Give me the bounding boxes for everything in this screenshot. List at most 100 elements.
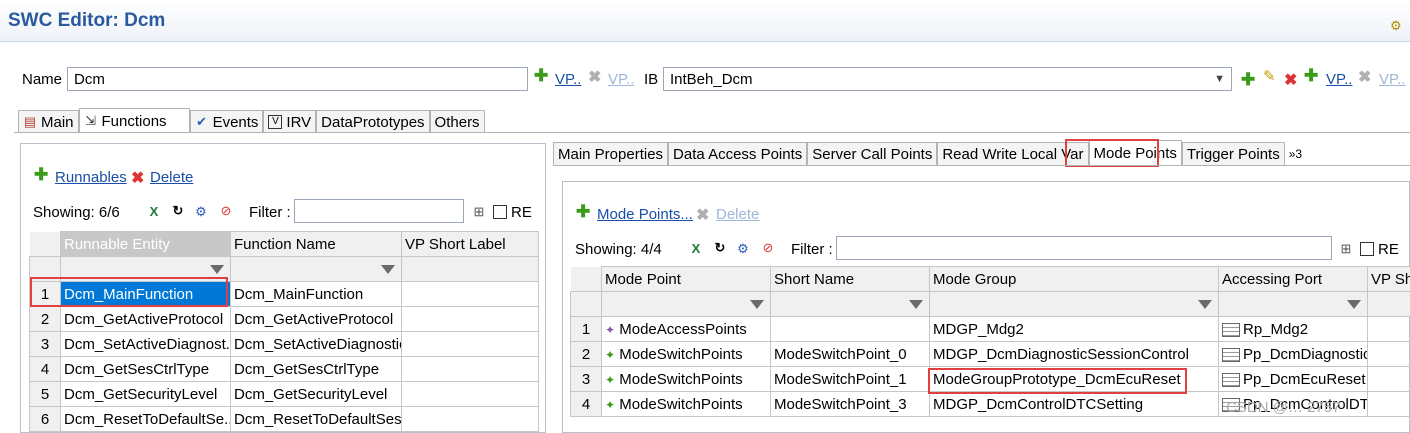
add-runnable-icon[interactable]: ✚ (34, 165, 48, 185)
vp-short-label-cell[interactable] (402, 282, 539, 307)
vp-short-cell[interactable] (1368, 392, 1410, 417)
filter-cell[interactable] (930, 292, 1219, 317)
runnable-entity-cell[interactable]: Dcm_GetSesCtrlType (61, 357, 231, 382)
left-filter-input[interactable] (294, 199, 464, 223)
function-name-cell[interactable]: Dcm_MainFunction (231, 282, 402, 307)
tab-events[interactable]: ✔Events (190, 110, 264, 133)
excel-export-icon[interactable]: X (689, 242, 703, 256)
col-mode-group[interactable]: Mode Group (930, 267, 1219, 292)
delete-runnable-link[interactable]: Delete (150, 169, 193, 186)
mode-point-cell[interactable]: ✦ ModeSwitchPoints (602, 342, 771, 367)
col-vp-short[interactable]: VP Sh (1368, 267, 1410, 292)
mode-group-cell[interactable]: MDGP_DcmControlDTCSetting (930, 392, 1219, 417)
config-icon[interactable]: ⚙ (736, 242, 750, 256)
col-accessing-port[interactable]: Accessing Port (1219, 267, 1368, 292)
vp-short-label-cell[interactable] (402, 382, 539, 407)
runnables-link[interactable]: Runnables (55, 169, 127, 186)
clear-filter-icon[interactable]: ⊘ (219, 204, 233, 218)
table-row[interactable]: 2 Dcm_GetActiveProtocol Dcm_GetActivePro… (30, 307, 539, 332)
tab-server-call-points[interactable]: Server Call Points (807, 142, 937, 165)
function-name-cell[interactable]: Dcm_ResetToDefaultSes... (231, 407, 402, 432)
runnable-entity-cell[interactable]: Dcm_GetActiveProtocol (61, 307, 231, 332)
table-row[interactable]: 1 ✦ ModeAccessPoints MDGP_Mdg2 Rp_Mdg2 (571, 317, 1410, 342)
mode-point-cell[interactable]: ✦ ModeAccessPoints (602, 317, 771, 342)
table-row[interactable]: 6 Dcm_ResetToDefaultSe... Dcm_ResetToDef… (30, 407, 539, 432)
vp-short-cell[interactable] (1368, 317, 1410, 342)
col-vp-short-label[interactable]: VP Short Label (402, 232, 539, 257)
add-ib-icon[interactable]: ✚ (1241, 70, 1255, 90)
col-mode-point[interactable]: Mode Point (602, 267, 771, 292)
col-runnable-entity[interactable]: Runnable Entity (61, 232, 231, 257)
table-row[interactable]: 3 Dcm_SetActiveDiagnost... Dcm_SetActive… (30, 332, 539, 357)
vp-short-label-cell[interactable] (402, 407, 539, 432)
accessing-port-cell[interactable]: Pp_DcmEcuReset (1219, 367, 1368, 392)
short-name-cell[interactable] (771, 317, 930, 342)
add-vp2-icon[interactable]: ✚ (1304, 66, 1318, 86)
function-name-cell[interactable]: Dcm_GetSecurityLevel (231, 382, 402, 407)
vp-short-label-cell[interactable] (402, 357, 539, 382)
runnable-entity-cell[interactable]: Dcm_SetActiveDiagnost... (61, 332, 231, 357)
refresh-icon[interactable]: ↻ (713, 241, 727, 255)
right-re-checkbox[interactable] (1360, 242, 1374, 256)
tab-irv[interactable]: VIRV (263, 110, 316, 133)
filter-options-icon[interactable]: ⊞ (1339, 242, 1353, 256)
function-name-cell[interactable]: Dcm_SetActiveDiagnostic (231, 332, 402, 357)
tab-main[interactable]: ▤Main (18, 110, 79, 133)
vp-short-label-cell[interactable] (402, 332, 539, 357)
tab-main-properties[interactable]: Main Properties (553, 142, 668, 165)
add-vp-icon[interactable]: ✚ (534, 66, 548, 86)
runnable-entity-cell[interactable]: Dcm_ResetToDefaultSe... (61, 407, 231, 432)
tab-data-access-points[interactable]: Data Access Points (668, 142, 807, 165)
vp-short-cell[interactable] (1368, 342, 1410, 367)
highlight-box (928, 368, 1187, 394)
filter-cell[interactable] (1219, 292, 1368, 317)
name-input[interactable] (67, 67, 528, 91)
table-row[interactable]: 2 ✦ ModeSwitchPoints ModeSwitchPoint_0 M… (571, 342, 1410, 367)
filter-cell[interactable] (1368, 292, 1410, 317)
row-number: 2 (30, 307, 61, 332)
filter-cell[interactable] (602, 292, 771, 317)
delete-runnable-icon[interactable]: ✖ (131, 168, 144, 188)
function-name-cell[interactable]: Dcm_GetSesCtrlType (231, 357, 402, 382)
col-short-name[interactable]: Short Name (771, 267, 930, 292)
col-function-name[interactable]: Function Name (231, 232, 402, 257)
tab-dataprototypes[interactable]: DataPrototypes (316, 110, 429, 133)
refresh-icon[interactable]: ↻ (171, 204, 185, 218)
mode-group-cell[interactable]: MDGP_DcmDiagnosticSessionControl (930, 342, 1219, 367)
short-name-cell[interactable]: ModeSwitchPoint_0 (771, 342, 930, 367)
tab-trigger-points[interactable]: Trigger Points (1182, 142, 1285, 165)
edit-ib-icon[interactable]: ✎ (1263, 67, 1276, 85)
right-filter-input[interactable] (836, 236, 1332, 260)
add-mode-point-icon[interactable]: ✚ (576, 202, 590, 222)
short-name-cell[interactable]: ModeSwitchPoint_1 (771, 367, 930, 392)
clear-filter-icon[interactable]: ⊘ (761, 241, 775, 255)
function-name-cell[interactable]: Dcm_GetActiveProtocol (231, 307, 402, 332)
mode-point-cell[interactable]: ✦ ModeSwitchPoints (602, 392, 771, 417)
tab-others[interactable]: Others (430, 110, 485, 133)
table-row[interactable]: 4 Dcm_GetSesCtrlType Dcm_GetSesCtrlType (30, 357, 539, 382)
vp-link-2[interactable]: VP.. (1326, 71, 1352, 88)
left-re-checkbox[interactable] (493, 205, 507, 219)
filter-cell[interactable] (231, 257, 402, 282)
filter-cell[interactable] (771, 292, 930, 317)
mode-point-cell[interactable]: ✦ ModeSwitchPoints (602, 367, 771, 392)
vp-link[interactable]: VP.. (555, 71, 581, 88)
accessing-port-cell[interactable]: Rp_Mdg2 (1219, 317, 1368, 342)
filter-options-icon[interactable]: ⊞ (472, 205, 486, 219)
mode-points-link[interactable]: Mode Points... (597, 206, 693, 223)
tab-overflow[interactable]: »3 (1285, 142, 1306, 165)
filter-cell[interactable] (402, 257, 539, 282)
excel-export-icon[interactable]: X (147, 205, 161, 219)
table-row[interactable]: 5 Dcm_GetSecurityLevel Dcm_GetSecurityLe… (30, 382, 539, 407)
ib-select[interactable]: IntBeh_Dcm ▼ (663, 67, 1232, 91)
config-icon[interactable]: ⚙ (194, 205, 208, 219)
toolbar-icon[interactable]: ⚙ (1390, 18, 1404, 32)
accessing-port-cell[interactable]: Pp_DcmDiagnosticS... (1219, 342, 1368, 367)
runnable-entity-cell[interactable]: Dcm_GetSecurityLevel (61, 382, 231, 407)
delete-ib-icon[interactable]: ✖ (1284, 70, 1297, 90)
vp-short-cell[interactable] (1368, 367, 1410, 392)
vp-short-label-cell[interactable] (402, 307, 539, 332)
short-name-cell[interactable]: ModeSwitchPoint_3 (771, 392, 930, 417)
tab-functions[interactable]: ⇲Functions (79, 108, 190, 133)
mode-group-cell[interactable]: MDGP_Mdg2 (930, 317, 1219, 342)
